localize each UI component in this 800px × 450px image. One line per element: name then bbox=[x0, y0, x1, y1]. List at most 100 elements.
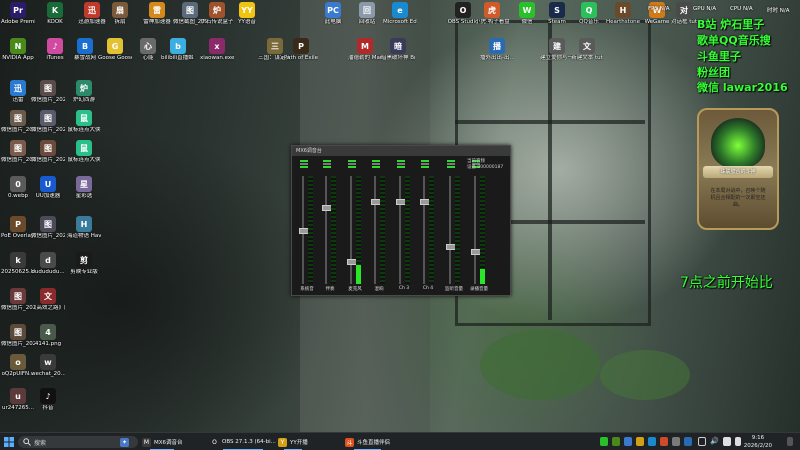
input-method-icon[interactable] bbox=[735, 437, 741, 446]
channel-effect-buttons[interactable] bbox=[348, 160, 356, 170]
app-icon: o bbox=[10, 354, 26, 370]
desktop-icon[interactable]: k 20250625.kv bbox=[1, 252, 35, 275]
desktop-icon[interactable]: 剪剪映专业版 bbox=[67, 252, 101, 275]
desktop-icon[interactable]: B 暴雪战网 bbox=[68, 38, 102, 61]
taskbar-app-label: 斗鱼直播伴侣 bbox=[357, 440, 391, 446]
desktop-icon[interactable]: N NVIDIA App bbox=[1, 38, 35, 61]
desktop-icon[interactable]: Q QQ音乐 bbox=[572, 2, 606, 25]
desktop-icon[interactable]: 图微信图片_2025062... bbox=[1, 288, 35, 311]
tray-app-icon[interactable] bbox=[624, 437, 632, 446]
desktop-icon[interactable]: 播播外出出-出... bbox=[480, 38, 514, 61]
desktop-icon[interactable]: PPath of Exile 2 bbox=[284, 38, 318, 61]
fader-track bbox=[399, 176, 401, 284]
desktop-icon[interactable]: 图微信图片_20250721... bbox=[31, 80, 65, 103]
channel-effect-buttons[interactable] bbox=[421, 160, 429, 170]
desktop-icon-label: Microsoft Edge bbox=[383, 19, 417, 25]
wechat-tray-icon[interactable] bbox=[600, 437, 608, 446]
app-icon: O bbox=[455, 2, 471, 18]
desktop-icon[interactable]: H海道物语 Havendock bbox=[67, 216, 101, 239]
channel-effect-buttons[interactable] bbox=[323, 160, 331, 170]
channel-effect-buttons[interactable] bbox=[372, 160, 380, 170]
desktop-icon[interactable]: 建建立爱你写一分... bbox=[540, 38, 574, 61]
app-icon: Y bbox=[278, 437, 287, 447]
app-icon: H bbox=[615, 2, 631, 18]
desktop-icon-label: 暗黑破坏神 Brawl... bbox=[381, 55, 415, 61]
desktop-icon[interactable]: HHearthstone - 快捷方式 bbox=[606, 2, 640, 25]
desktop-icon[interactable]: bbilibili直播姬 捷方式 bbox=[161, 38, 195, 61]
overlay-line-1: B站 炉石里子 bbox=[697, 18, 765, 31]
desktop-icon[interactable]: 图微信图片_2025091... bbox=[1, 324, 35, 347]
mixer-title[interactable]: MX6调音台 bbox=[292, 146, 510, 156]
desktop-icon[interactable]: o oQ2pUIFN... bbox=[1, 354, 35, 377]
taskbar-app-label: OBS 27.1.3 (64-bi... bbox=[222, 439, 276, 445]
desktop-icon[interactable]: 图微信图片_20250721... bbox=[1, 110, 35, 133]
language-icon[interactable] bbox=[723, 437, 731, 446]
nvidia-tray-icon[interactable] bbox=[612, 437, 620, 446]
desktop-icon[interactable]: S Steam bbox=[540, 2, 574, 25]
tray-app-icon[interactable] bbox=[636, 437, 644, 446]
desktop-icon[interactable]: 虎小虎·鸭子看盘 bbox=[475, 2, 509, 25]
channel-effect-buttons[interactable] bbox=[300, 160, 308, 170]
channel-effect-buttons[interactable] bbox=[447, 160, 455, 170]
channel-effect-buttons[interactable] bbox=[397, 160, 405, 170]
desktop-icon[interactable]: xxiaowan.exe - 快捷方式 bbox=[200, 38, 234, 61]
search-icon bbox=[23, 438, 31, 446]
taskbar-app-button[interactable]: Y YY开播 bbox=[278, 435, 308, 450]
desktop-icon[interactable]: 文《高效之路》降临》简介... bbox=[31, 288, 65, 311]
volume-icon[interactable]: 🔊 bbox=[710, 437, 719, 446]
desktop-icon[interactable]: ♪ 抖音 bbox=[31, 388, 65, 411]
desktop-icon[interactable]: 4 4141.png bbox=[31, 324, 65, 347]
desktop-icon[interactable]: d dudududu... bbox=[31, 252, 65, 275]
fader-track bbox=[474, 176, 476, 284]
tray-app-icon[interactable] bbox=[684, 437, 692, 446]
desktop-icon[interactable]: 图微信图片_20250208... bbox=[1, 140, 35, 163]
desktop-icon[interactable]: 扇拆扇 bbox=[103, 2, 137, 25]
desktop-icon[interactable]: 迅迅雷 bbox=[1, 80, 35, 103]
desktop-icon[interactable]: w wechat_20... bbox=[31, 354, 65, 377]
desktop-icon[interactable]: 暗暗黑破坏神 Brawl... bbox=[381, 38, 415, 61]
desktop-icon[interactable]: PrAdobe Premie... bbox=[1, 2, 35, 25]
desktop-icon[interactable]: 心心能 bbox=[131, 38, 165, 61]
desktop-icon[interactable]: 星星彩选 bbox=[67, 176, 101, 199]
desktop-icon[interactable]: ♪ iTunes bbox=[38, 38, 72, 61]
desktop-icon[interactable]: 图微信图片_20250721... bbox=[31, 140, 65, 163]
desktop-icon[interactable]: 炉炉石传说盒子 bbox=[200, 2, 234, 25]
desktop-icon[interactable]: u ur247265... bbox=[1, 388, 35, 411]
tray-app-icon[interactable] bbox=[672, 437, 680, 446]
taskbar-clock[interactable]: 9:16 2026/2/20 bbox=[744, 434, 772, 450]
desktop-icon[interactable]: W 微信 bbox=[510, 2, 544, 25]
taskbar-app-button[interactable]: M MX6调音台 bbox=[142, 435, 183, 450]
desktop-icon[interactable]: 雷雷神加速器 bbox=[140, 2, 174, 25]
desktop-icon[interactable]: YY YY语音 bbox=[230, 2, 264, 25]
desktop-icon[interactable]: eMicrosoft Edge bbox=[383, 2, 417, 25]
desktop-icon[interactable]: 0 0.webp bbox=[1, 176, 35, 199]
desktop-icon[interactable]: M潘德勒的 Marvel Rivals bbox=[348, 38, 382, 61]
desktop-icon[interactable]: 鼠鼠标连点大侠 bbox=[67, 140, 101, 163]
desktop-icon[interactable]: 文新建文本 tut bbox=[570, 38, 604, 61]
widgets-icon[interactable]: ✦ bbox=[120, 435, 132, 449]
start-button[interactable] bbox=[4, 435, 14, 449]
taskbar-app-button[interactable]: O OBS 27.1.3 (64-bi... bbox=[210, 435, 276, 450]
taskbar-app-button[interactable]: 斗斗鱼直播伴侣 bbox=[345, 435, 391, 450]
desktop-icon[interactable]: 炉炉幻西游 bbox=[67, 80, 101, 103]
tray-app-icon[interactable] bbox=[660, 437, 668, 446]
level-meter bbox=[380, 176, 385, 284]
desktop-icon[interactable]: 鼠鼠标连点大侠 bbox=[67, 110, 101, 133]
app-icon: H bbox=[76, 216, 92, 232]
desktop-icon[interactable]: 图微信图片_20250721... bbox=[31, 110, 65, 133]
desktop-icon[interactable]: PPoE Overlay II Standal... bbox=[1, 216, 35, 239]
tray-app-icon[interactable] bbox=[648, 437, 656, 446]
clock-date: 2026/2/20 bbox=[743, 443, 772, 449]
desktop-icon[interactable]: 图微信图片_20250712... bbox=[31, 216, 65, 239]
network-icon[interactable] bbox=[698, 437, 706, 446]
desktop-icon[interactable]: U UU加速器 bbox=[31, 176, 65, 199]
desktop-icon[interactable]: PC 此电脑 bbox=[316, 2, 350, 25]
desktop-icon[interactable]: GGoose Goose Duck bbox=[98, 38, 132, 61]
notification-icon[interactable] bbox=[787, 437, 793, 446]
desktop-icon-label: 炉石传说盒子 bbox=[200, 19, 234, 25]
app-icon: u bbox=[10, 388, 26, 404]
desktop-icon[interactable]: K KOOK bbox=[38, 2, 72, 25]
overlay-line-5: 微信 lawar2016 bbox=[697, 81, 788, 94]
mixer-window[interactable]: MX6调音台 系统音 伴奏 麦克风 混响 Ch 3 Ch 4 监听音量 录播音量 当前音频 设… bbox=[291, 145, 511, 296]
desktop-icon[interactable]: 回回收站 bbox=[350, 2, 384, 25]
